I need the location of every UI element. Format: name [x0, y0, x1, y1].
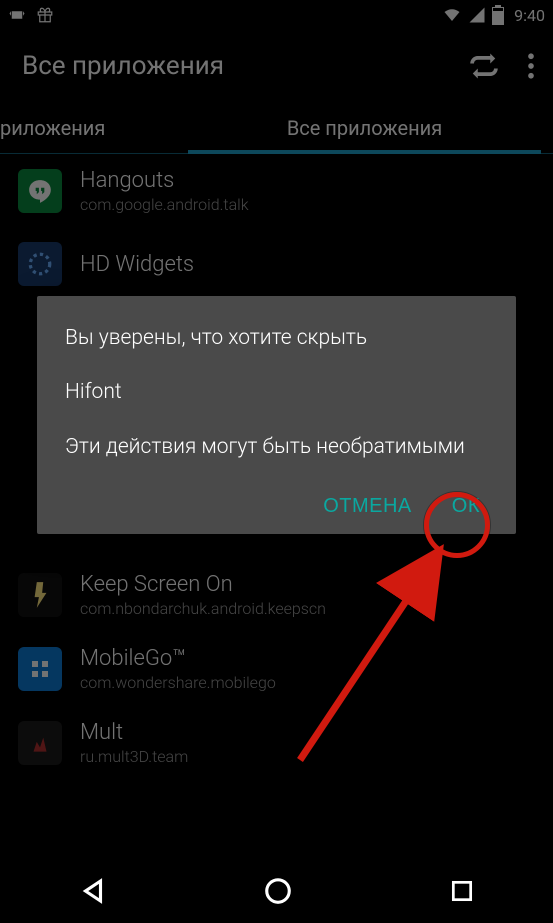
home-icon[interactable] — [263, 876, 293, 906]
ok-button[interactable]: ОК — [452, 495, 480, 518]
dialog-text-1: Вы уверены, что хотите скрыть — [65, 324, 488, 352]
dialog-text-appname: Hifont — [65, 378, 488, 406]
dialog-text-warning: Эти действия могут быть необратимыми — [65, 433, 488, 461]
cancel-button[interactable]: ОТМЕНА — [323, 495, 412, 518]
confirm-dialog: Вы уверены, что хотите скрыть Hifont Эти… — [37, 296, 516, 534]
recent-apps-icon[interactable] — [449, 878, 475, 904]
back-icon[interactable] — [78, 876, 108, 906]
nav-bar — [0, 859, 553, 923]
